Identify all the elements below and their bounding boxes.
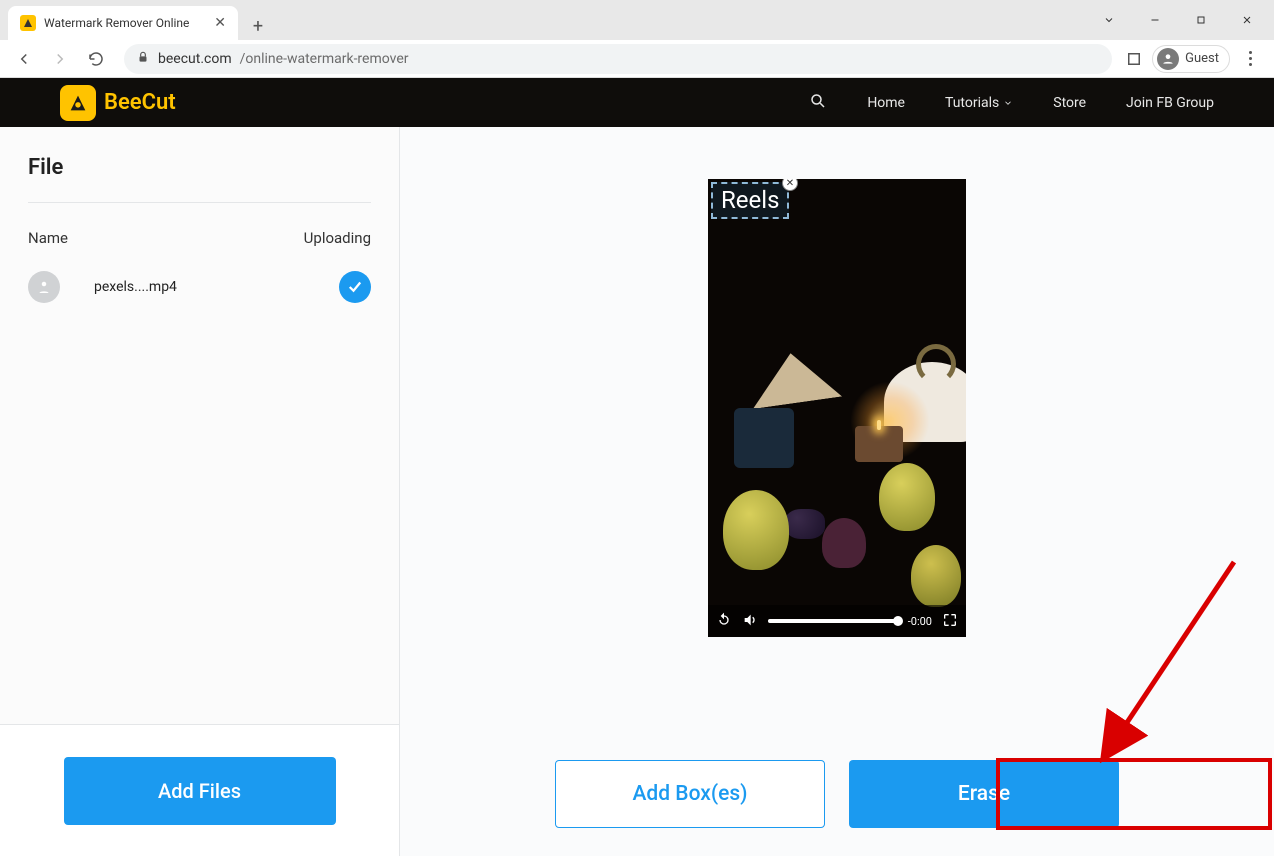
watermark-selection-box[interactable]: Reels xyxy=(711,182,789,219)
chevron-down-icon xyxy=(1003,98,1013,108)
site-header: BeeCut Home Tutorials Store Join FB Grou… xyxy=(0,78,1274,127)
file-table-header: Name Uploading xyxy=(28,229,371,247)
extensions-icon[interactable] xyxy=(1124,49,1144,69)
col-status: Uploading xyxy=(304,229,371,247)
sidebar: File Name Uploading pexels....mp4 Add Fi… xyxy=(0,127,400,856)
address-bar[interactable]: beecut.com/online-watermark-remover xyxy=(124,44,1112,74)
video-preview: Reels ✕ -0:00 xyxy=(708,179,966,637)
action-row: Add Box(es) Erase xyxy=(400,760,1274,828)
avatar-icon xyxy=(1157,48,1179,70)
minimize-button[interactable] xyxy=(1132,4,1178,36)
sidebar-footer: Add Files xyxy=(0,724,399,856)
reload-button[interactable] xyxy=(80,43,112,75)
browser-menu-button[interactable] xyxy=(1238,51,1262,66)
main-panel: Reels ✕ -0:00 Add Box(es) Erase xyxy=(400,127,1274,856)
window-controls xyxy=(1086,4,1274,36)
brand-name: BeeCut xyxy=(104,90,176,115)
video-time: -0:00 xyxy=(908,615,932,628)
chevron-down-icon[interactable] xyxy=(1086,4,1132,36)
close-window-button[interactable] xyxy=(1224,4,1270,36)
add-files-button[interactable]: Add Files xyxy=(64,757,336,825)
video-controls: -0:00 xyxy=(708,605,966,637)
browser-tabs: Watermark Remover Online ✕ + xyxy=(0,0,272,40)
search-icon[interactable] xyxy=(809,92,827,114)
browser-titlebar: Watermark Remover Online ✕ + xyxy=(0,0,1274,40)
file-name: pexels....mp4 xyxy=(94,279,177,295)
erase-button[interactable]: Erase xyxy=(849,760,1119,828)
nav-store[interactable]: Store xyxy=(1053,95,1086,111)
brand[interactable]: BeeCut xyxy=(60,85,176,121)
brand-logo-icon xyxy=(60,85,96,121)
new-tab-button[interactable]: + xyxy=(244,12,272,40)
video-still xyxy=(708,179,966,637)
app-body: File Name Uploading pexels....mp4 Add Fi… xyxy=(0,127,1274,856)
lock-icon xyxy=(136,50,150,68)
browser-tab[interactable]: Watermark Remover Online ✕ xyxy=(8,6,238,40)
forward-button[interactable] xyxy=(44,43,76,75)
tab-title: Watermark Remover Online xyxy=(44,16,189,30)
nav-fbgroup[interactable]: Join FB Group xyxy=(1126,95,1214,111)
back-button[interactable] xyxy=(8,43,40,75)
video-frame[interactable]: Reels ✕ -0:00 xyxy=(708,179,966,637)
site-nav: Home Tutorials Store Join FB Group xyxy=(809,92,1214,114)
video-progress[interactable] xyxy=(768,619,898,623)
profile-chip[interactable]: Guest xyxy=(1152,45,1230,73)
profile-label: Guest xyxy=(1185,51,1219,66)
close-tab-icon[interactable]: ✕ xyxy=(214,15,226,31)
fullscreen-icon[interactable] xyxy=(942,612,958,631)
volume-icon[interactable] xyxy=(742,612,758,631)
file-thumbnail-icon xyxy=(28,271,60,303)
tab-favicon xyxy=(20,15,36,31)
url-domain: beecut.com xyxy=(158,51,232,67)
upload-complete-icon xyxy=(339,271,371,303)
add-boxes-button[interactable]: Add Box(es) xyxy=(555,760,825,828)
sidebar-heading: File xyxy=(28,155,371,203)
replay-icon[interactable] xyxy=(716,612,732,631)
col-name: Name xyxy=(28,229,68,247)
maximize-button[interactable] xyxy=(1178,4,1224,36)
file-row[interactable]: pexels....mp4 xyxy=(28,271,371,303)
nav-home[interactable]: Home xyxy=(867,95,905,111)
nav-tutorials[interactable]: Tutorials xyxy=(945,95,1013,111)
annotation-arrow xyxy=(1104,562,1244,766)
browser-toolbar: beecut.com/online-watermark-remover Gues… xyxy=(0,40,1274,78)
url-path: /online-watermark-remover xyxy=(240,51,409,67)
